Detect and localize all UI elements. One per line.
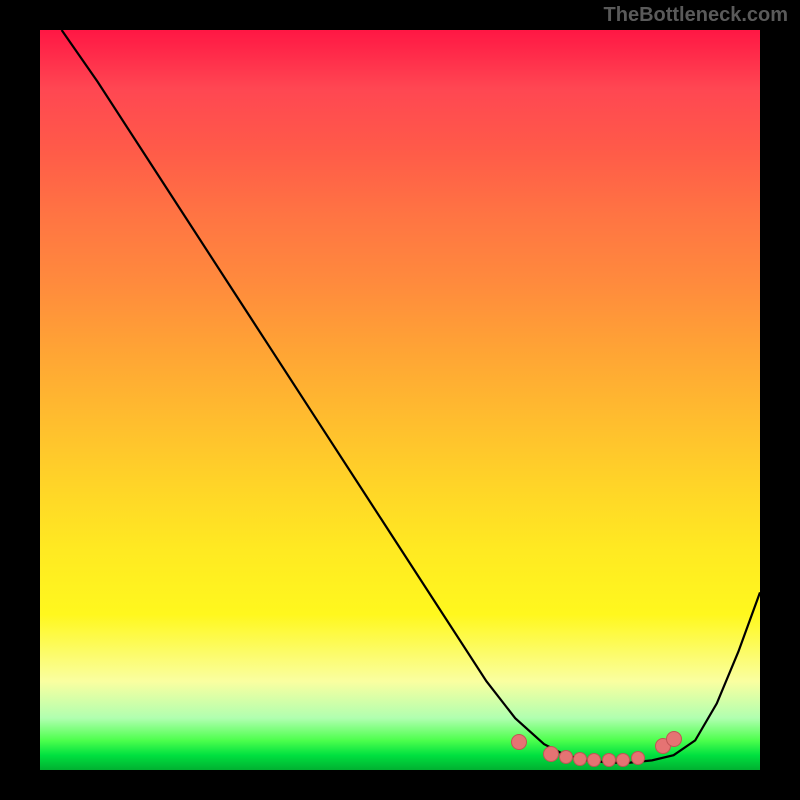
optimal-marker [543, 746, 559, 762]
optimal-marker [616, 753, 630, 767]
optimal-marker [587, 753, 601, 767]
optimal-marker [602, 753, 616, 767]
markers-layer [40, 30, 760, 770]
chart-plot-area [40, 30, 760, 770]
optimal-marker [631, 751, 645, 765]
optimal-marker [573, 752, 587, 766]
watermark-text: TheBottleneck.com [604, 4, 788, 27]
optimal-marker [559, 750, 573, 764]
optimal-marker [666, 731, 682, 747]
optimal-marker [511, 734, 527, 750]
